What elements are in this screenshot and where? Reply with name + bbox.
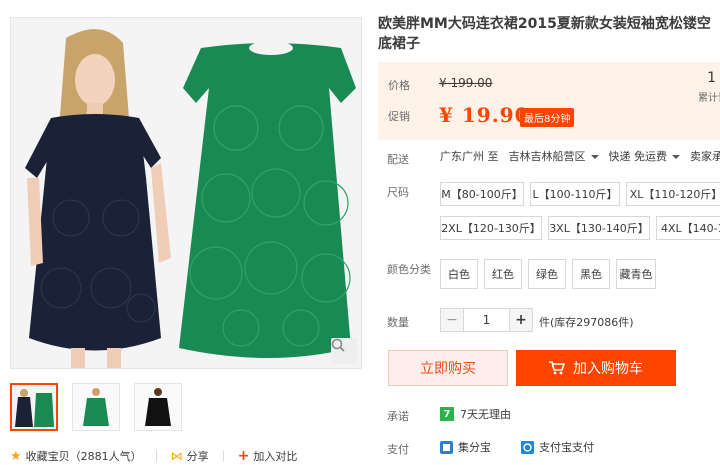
share-action[interactable]: ⋈ 分享 xyxy=(171,448,209,464)
divider xyxy=(222,450,224,462)
star-icon: ★ xyxy=(10,448,22,464)
promise-row: 7 7天无理由 xyxy=(440,406,511,422)
shipping-method: 快递 免运费 xyxy=(608,150,668,163)
promo-price: ¥ 19.90 xyxy=(439,103,530,127)
quantity-label: 数量 xyxy=(387,316,409,329)
stock-info: 件(库存297086件) xyxy=(539,316,634,329)
seller-promise: 卖家承 xyxy=(690,150,720,163)
add-to-cart-label: 加入购物车 xyxy=(573,361,643,377)
jifenbao-icon xyxy=(440,440,453,454)
cart-icon xyxy=(549,361,565,375)
delivery-label: 配送 xyxy=(387,153,409,166)
share-icon: ⋈ xyxy=(170,449,183,463)
plus-icon: + xyxy=(237,448,250,464)
chevron-down-icon xyxy=(672,155,680,159)
color-option-white[interactable]: 白色 xyxy=(440,259,478,289)
size-option-l[interactable]: L【100-110斤】 xyxy=(530,182,620,206)
promo-label: 促销 xyxy=(388,110,410,123)
compare-label: 加入对比 xyxy=(253,450,298,463)
delivery-to-select[interactable]: 吉林吉林船营区 xyxy=(509,148,599,164)
promo-countdown-badge: 最后8分钟 xyxy=(520,108,575,127)
size-option-m[interactable]: M【80-100斤】 xyxy=(440,182,524,206)
delivery-from: 广东广州 至 xyxy=(440,150,499,163)
delivery-to: 吉林吉林船营区 xyxy=(508,150,586,163)
zoom-icon[interactable] xyxy=(331,338,357,364)
price-label: 价格 xyxy=(388,79,410,92)
price-panel: 价格 ¥ 199.00 促销 ¥ 19.90 最后8分钟 1 累计评 xyxy=(378,62,720,140)
alipay-icon xyxy=(521,440,534,454)
color-label: 颜色分类 xyxy=(387,263,431,276)
payment-method-jifenbao[interactable]: 集分宝 xyxy=(440,439,491,455)
color-option-navy[interactable]: 藏青色 xyxy=(616,259,656,289)
main-product-image[interactable] xyxy=(10,17,362,369)
payment-method-alipay-label: 支付宝支付 xyxy=(539,441,594,454)
bottom-actions: ★ 收藏宝贝（2881人气） ⋈ 分享 + 加入对比 xyxy=(10,448,297,464)
compare-action[interactable]: + 加入对比 xyxy=(238,448,298,464)
chevron-down-icon xyxy=(590,155,599,159)
size-option-xl[interactable]: XL【110-120斤】 xyxy=(626,182,720,206)
thumbnail-2[interactable] xyxy=(72,383,120,431)
size-option-2xl[interactable]: 2XL【120-130斤】 xyxy=(440,216,542,240)
payment-method-jifenbao-label: 集分宝 xyxy=(458,441,491,454)
size-option-3xl[interactable]: 3XL【130-140斤】 xyxy=(548,216,650,240)
favorite-label: 收藏宝贝（2881人气） xyxy=(25,450,142,463)
quantity-input[interactable]: 1 xyxy=(464,308,509,332)
product-photo xyxy=(11,18,361,368)
divider xyxy=(155,450,157,462)
buy-now-button[interactable]: 立即购买 xyxy=(388,350,508,386)
thumbnail-3[interactable] xyxy=(134,383,182,431)
original-price: ¥ 199.00 xyxy=(439,76,493,90)
shipping-select[interactable]: 快递 免运费 xyxy=(608,148,680,164)
promise-label: 承诺 xyxy=(387,410,409,423)
payment-row: 集分宝 支付宝支付 xyxy=(440,439,594,455)
increment-button[interactable]: + xyxy=(509,308,533,332)
color-option-black[interactable]: 黑色 xyxy=(572,259,610,289)
favorite-action[interactable]: ★ 收藏宝贝（2881人气） xyxy=(10,448,142,464)
decrement-button[interactable]: − xyxy=(440,308,464,332)
quantity-stepper: − 1 + xyxy=(440,308,533,332)
delivery-row: 广东广州 至 吉林吉林船营区 快递 免运费 卖家承 xyxy=(440,148,720,164)
add-to-cart-button[interactable]: 加入购物车 xyxy=(516,350,676,386)
color-option-green[interactable]: 绿色 xyxy=(528,259,566,289)
review-count[interactable]: 1 xyxy=(707,70,716,86)
promise-text[interactable]: 7天无理由 xyxy=(460,406,511,422)
size-label: 尺码 xyxy=(387,186,409,199)
payment-label: 支付 xyxy=(387,443,409,456)
share-label: 分享 xyxy=(186,450,209,463)
size-option-4xl[interactable]: 4XL【140-1 xyxy=(656,216,720,240)
thumbnail-1[interactable] xyxy=(10,383,58,431)
color-option-red[interactable]: 红色 xyxy=(484,259,522,289)
review-label[interactable]: 累计评 xyxy=(698,89,720,104)
payment-method-alipay[interactable]: 支付宝支付 xyxy=(521,439,594,455)
thumbnail-strip xyxy=(10,383,182,431)
seven-day-icon: 7 xyxy=(440,407,454,421)
product-title: 欧美胖MM大码连衣裙2015夏新款女装短袖宽松镂空底裙子 xyxy=(378,16,711,52)
